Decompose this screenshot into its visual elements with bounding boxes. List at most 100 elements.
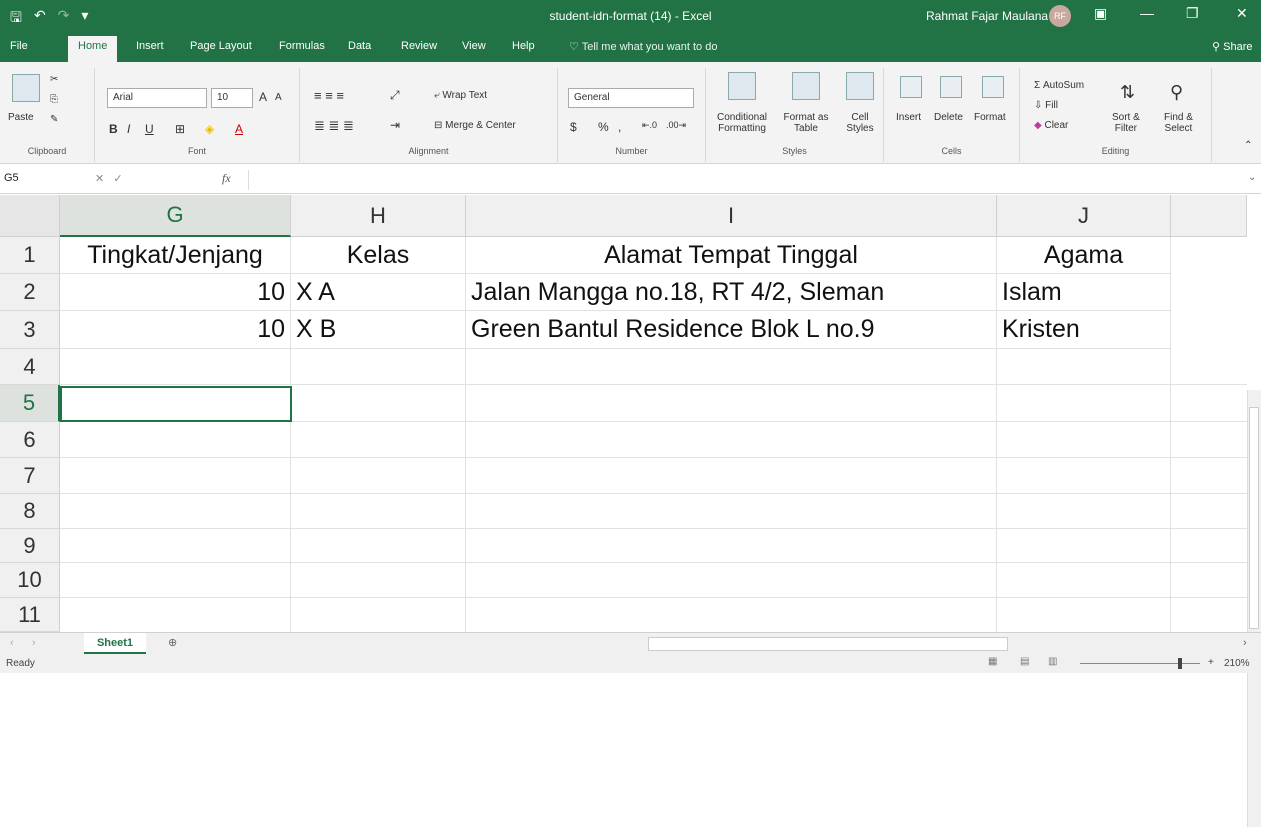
copy-icon[interactable]: ⎘: [50, 94, 58, 105]
row-header-9[interactable]: 9: [0, 529, 60, 563]
cell-g2[interactable]: 10: [60, 274, 291, 311]
cell-i2[interactable]: Jalan Mangga no.18, RT 4/2, Sleman: [466, 274, 997, 311]
tab-home[interactable]: Home: [68, 36, 118, 62]
collapse-ribbon-icon[interactable]: ⌃: [1244, 140, 1252, 151]
avatar[interactable]: RF: [1049, 5, 1071, 27]
sheet-tab-sheet1[interactable]: Sheet1: [84, 633, 146, 654]
bold-button[interactable]: B: [109, 122, 118, 136]
row-header-6[interactable]: 6: [0, 422, 60, 458]
prev-sheet-icon[interactable]: ‹: [10, 637, 14, 649]
zoom-in-icon[interactable]: +: [1208, 657, 1214, 668]
horizontal-scrollbar[interactable]: [648, 637, 1008, 651]
row-header-11[interactable]: 11: [0, 598, 60, 632]
fill-button[interactable]: ⇩ Fill: [1034, 100, 1058, 111]
clear-button[interactable]: ◆ Clear: [1034, 120, 1068, 131]
minimize-icon[interactable]: —: [1140, 5, 1154, 21]
cell-styles-icon[interactable]: [846, 72, 874, 100]
name-box[interactable]: G5: [4, 172, 19, 184]
format-button[interactable]: Format: [974, 112, 1006, 123]
insert-cells-icon[interactable]: [900, 76, 922, 98]
restore-icon[interactable]: ❐: [1186, 5, 1199, 22]
align-left-icon[interactable]: ≣ ≣ ≣: [314, 118, 354, 134]
grow-font-icon[interactable]: A: [259, 90, 267, 104]
fill-color-icon[interactable]: ◈: [205, 122, 214, 136]
row-header-7[interactable]: 7: [0, 458, 60, 494]
formula-input[interactable]: [248, 170, 1248, 190]
tab-insert[interactable]: Insert: [136, 40, 164, 52]
delete-button[interactable]: Delete: [934, 112, 963, 123]
page-layout-view-icon[interactable]: ▤: [1020, 656, 1029, 667]
indent-icon[interactable]: ⇥: [390, 118, 400, 132]
select-all-corner[interactable]: [0, 195, 60, 237]
cell-g3[interactable]: 10: [60, 311, 291, 349]
tab-review[interactable]: Review: [401, 40, 437, 52]
cell-h1[interactable]: Kelas: [291, 237, 466, 274]
row-header-8[interactable]: 8: [0, 494, 60, 529]
tab-page-layout[interactable]: Page Layout: [190, 40, 252, 52]
format-cells-icon[interactable]: [982, 76, 1004, 98]
cell-i3[interactable]: Green Bantul Residence Blok L no.9: [466, 311, 997, 349]
tab-file[interactable]: File: [10, 40, 28, 52]
next-sheet-icon[interactable]: ›: [32, 637, 36, 649]
column-header-h[interactable]: H: [291, 195, 466, 237]
expand-formula-bar-icon[interactable]: ⌄: [1248, 172, 1256, 183]
delete-cells-icon[interactable]: [940, 76, 962, 98]
scroll-right-icon[interactable]: ›: [1243, 637, 1247, 649]
orientation-icon[interactable]: ⤢: [390, 88, 400, 103]
row-header-5[interactable]: 5: [0, 385, 60, 422]
percent-button[interactable]: %: [598, 120, 609, 134]
user-name[interactable]: Rahmat Fajar Maulana: [926, 9, 1048, 23]
cell-i1[interactable]: Alamat Tempat Tinggal: [466, 237, 997, 274]
tab-view[interactable]: View: [462, 40, 486, 52]
cell-j2[interactable]: Islam: [997, 274, 1171, 311]
shrink-font-icon[interactable]: A: [275, 92, 282, 103]
zoom-slider[interactable]: [1080, 663, 1200, 664]
column-header-i[interactable]: I: [466, 195, 997, 237]
vertical-scroll-thumb[interactable]: [1249, 407, 1259, 629]
row-header-2[interactable]: 2: [0, 274, 60, 311]
ribbon-display-icon[interactable]: ▣: [1094, 5, 1107, 22]
font-size-dropdown[interactable]: 10: [211, 88, 253, 108]
font-name-dropdown[interactable]: Arial: [107, 88, 207, 108]
page-break-view-icon[interactable]: ▥: [1048, 656, 1057, 667]
tell-me-box[interactable]: ♡ Tell me what you want to do: [569, 40, 717, 53]
zoom-slider-thumb[interactable]: [1178, 658, 1182, 669]
format-as-table-button[interactable]: Format as Table: [778, 112, 834, 134]
wrap-text-button[interactable]: ⤶ Wrap Text: [434, 90, 487, 101]
italic-button[interactable]: I: [127, 122, 130, 136]
row-header-10[interactable]: 10: [0, 563, 60, 598]
paste-icon[interactable]: [12, 74, 40, 102]
cell-j3[interactable]: Kristen: [997, 311, 1171, 349]
row-header-4[interactable]: 4: [0, 349, 60, 385]
share-button[interactable]: ⚲ Share: [1212, 40, 1252, 53]
column-header-k[interactable]: [1171, 195, 1247, 237]
cell-h3[interactable]: X B: [291, 311, 466, 349]
enter-icon[interactable]: ✓: [113, 173, 122, 185]
accounting-format-icon[interactable]: $: [570, 120, 577, 134]
normal-view-icon[interactable]: ▦: [988, 656, 997, 667]
cell-g1[interactable]: Tingkat/Jenjang: [60, 237, 291, 274]
zoom-level[interactable]: 210%: [1224, 658, 1250, 669]
decrease-decimal-icon[interactable]: .00⇥: [666, 120, 686, 131]
new-sheet-icon[interactable]: ⊕: [168, 636, 177, 649]
column-header-g[interactable]: G: [60, 195, 291, 237]
underline-button[interactable]: U: [145, 122, 154, 136]
align-top-icon[interactable]: ≡ ≡ ≡: [314, 88, 344, 103]
font-color-icon[interactable]: A: [235, 122, 243, 136]
tab-data[interactable]: Data: [348, 40, 371, 52]
find-select-icon[interactable]: ⚲: [1170, 82, 1183, 103]
conditional-formatting-button[interactable]: Conditional Formatting: [712, 112, 772, 134]
tab-formulas[interactable]: Formulas: [279, 40, 325, 52]
cut-icon[interactable]: ✂: [50, 74, 58, 85]
insert-button[interactable]: Insert: [896, 112, 921, 123]
cell-j1[interactable]: Agama: [997, 237, 1171, 274]
close-icon[interactable]: ✕: [1236, 5, 1248, 22]
borders-icon[interactable]: ⊞: [175, 122, 185, 136]
paste-button[interactable]: Paste: [8, 112, 34, 123]
active-cell-g5[interactable]: [60, 386, 292, 422]
format-painter-icon[interactable]: ✎: [50, 114, 58, 125]
number-format-dropdown[interactable]: General: [568, 88, 694, 108]
conditional-formatting-icon[interactable]: [728, 72, 756, 100]
row-header-1[interactable]: 1: [0, 237, 60, 274]
column-header-j[interactable]: J: [997, 195, 1171, 237]
